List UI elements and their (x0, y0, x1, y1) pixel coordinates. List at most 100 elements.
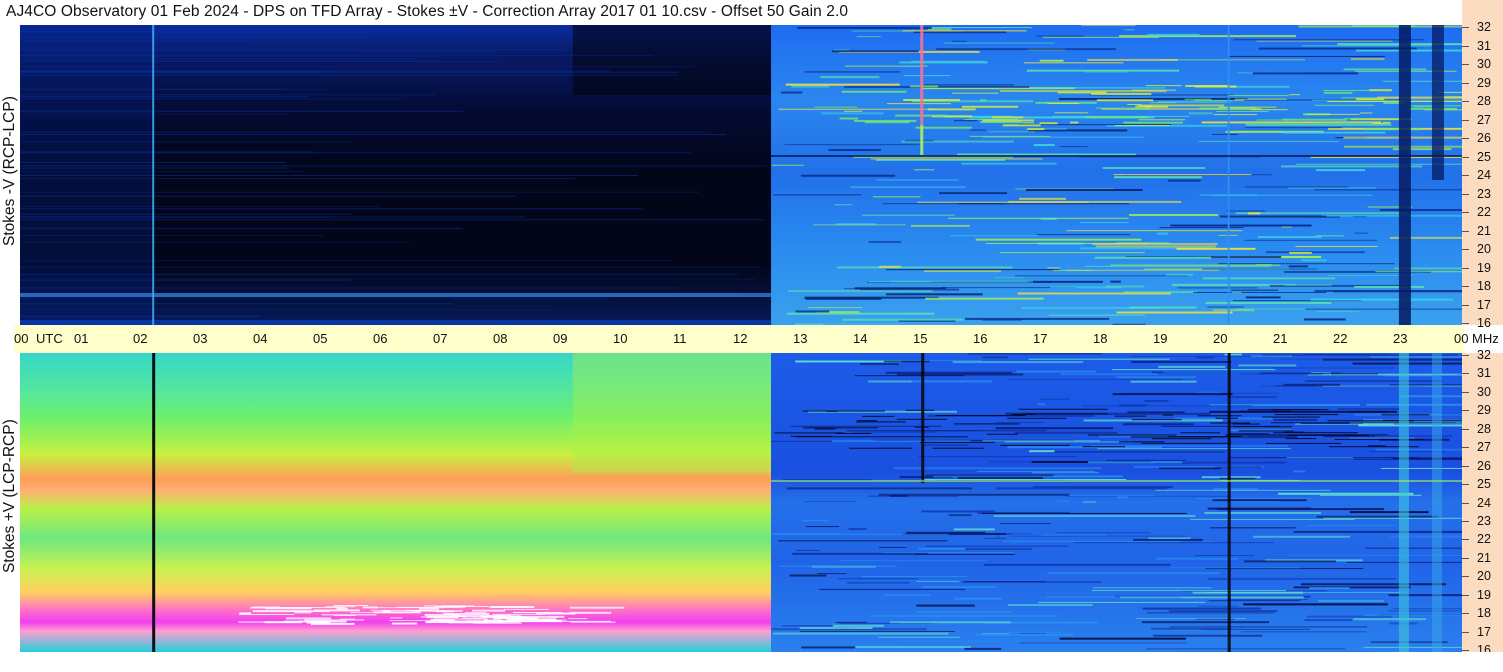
signal-streak (1106, 285, 1145, 288)
signal-streak (1214, 114, 1257, 116)
signal-streak (1007, 631, 1061, 633)
time-tick-label: 12 (733, 331, 748, 346)
signal-streak (846, 581, 910, 584)
background-stripe (20, 167, 291, 169)
signal-streak (1323, 89, 1371, 91)
signal-streak (832, 624, 885, 627)
signal-streak (804, 359, 983, 361)
signal-streak (1090, 92, 1152, 95)
signal-streak (918, 547, 966, 550)
signal-streak (773, 194, 862, 196)
signal-streak (1124, 29, 1135, 31)
signal-streak (778, 540, 948, 542)
hot-streak (486, 606, 530, 608)
signal-streak (1303, 318, 1346, 321)
signal-streak (1358, 424, 1462, 427)
hot-streak (567, 618, 588, 620)
freq-tick-mark (1462, 520, 1469, 522)
background-stripe (20, 213, 353, 215)
signal-streak (1042, 36, 1159, 38)
signal-streak (918, 456, 1076, 458)
signal-streak (1244, 239, 1377, 241)
signal-streak (1285, 438, 1317, 440)
signal-streak (885, 269, 1060, 271)
signal-streak (1234, 98, 1287, 100)
freq-tick-mark (1462, 193, 1469, 195)
background-stripe (20, 165, 768, 167)
signal-streak (964, 548, 1033, 550)
signal-streak (1287, 434, 1369, 436)
signal-streak (1084, 265, 1271, 267)
signal-streak (1056, 532, 1151, 534)
signal-streak (957, 476, 1043, 479)
signal-streak (1093, 587, 1212, 589)
signal-streak (1216, 110, 1269, 112)
time-tick-label: 00 (1454, 331, 1469, 346)
signal-streak (1019, 642, 1187, 644)
signal-streak (920, 478, 1127, 480)
time-tick-label: 15 (913, 331, 928, 346)
signal-streak (1228, 433, 1269, 435)
signal-streak (893, 467, 1102, 470)
signal-streak (1153, 634, 1263, 637)
signal-streak (1209, 527, 1296, 529)
signal-streak (915, 553, 1015, 555)
signal-streak (1344, 434, 1357, 436)
signal-streak (841, 90, 907, 93)
signal-streak (870, 158, 1043, 160)
signal-streak (1131, 89, 1177, 91)
freq-tick-label: 25 (1477, 477, 1491, 492)
signal-streak (1230, 289, 1279, 291)
freq-tick-mark (1462, 373, 1469, 375)
signal-streak (1085, 116, 1148, 119)
signal-streak (818, 323, 903, 325)
signal-streak (1037, 403, 1046, 406)
time-tick-label: 07 (433, 331, 448, 346)
signal-streak (936, 48, 1116, 51)
signal-streak (886, 293, 983, 296)
background-stripe (20, 309, 553, 311)
hot-streak (472, 616, 524, 618)
signal-streak (995, 421, 1044, 423)
signal-streak (1012, 413, 1036, 415)
time-tick-label: 16 (973, 331, 988, 346)
time-tick-label: 18 (1093, 331, 1108, 346)
hot-streak (492, 613, 544, 615)
freq-tick-mark (1462, 304, 1469, 306)
freq-tick-label: 32 (1477, 20, 1491, 34)
signal-streak (795, 549, 820, 551)
signal-streak (1350, 58, 1385, 61)
signal-streak (791, 85, 830, 88)
signal-streak (834, 204, 853, 206)
signal-streak (795, 310, 830, 313)
signal-streak (1304, 619, 1353, 622)
signal-streak (804, 71, 901, 73)
signal-streak (1112, 393, 1233, 396)
signal-streak (1318, 600, 1384, 602)
signal-streak (939, 192, 1008, 195)
signal-streak (1079, 222, 1129, 224)
signal-streak (949, 235, 1039, 237)
background-stripe (20, 96, 309, 98)
signal-streak (951, 40, 967, 42)
time-tick-label: 03 (193, 331, 208, 346)
signal-streak (1306, 524, 1397, 526)
signal-streak (831, 440, 971, 443)
signal-streak (1119, 441, 1165, 443)
hot-streak (265, 607, 312, 610)
signal-streak (983, 563, 1171, 566)
signal-streak (855, 421, 906, 423)
signal-streak (1127, 103, 1141, 105)
time-tick-label: 20 (1213, 331, 1228, 346)
signal-streak (1197, 391, 1222, 393)
signal-streak (859, 363, 899, 366)
signal-streak (982, 356, 1008, 359)
signal-streak (1343, 68, 1427, 71)
vertical-line-0220 (152, 25, 155, 325)
signal-streak (883, 594, 931, 597)
signal-streak (1283, 383, 1341, 386)
signal-streak (1273, 419, 1318, 421)
signal-streak (1087, 461, 1183, 464)
signal-streak (1087, 58, 1178, 61)
signal-streak (1162, 414, 1173, 416)
